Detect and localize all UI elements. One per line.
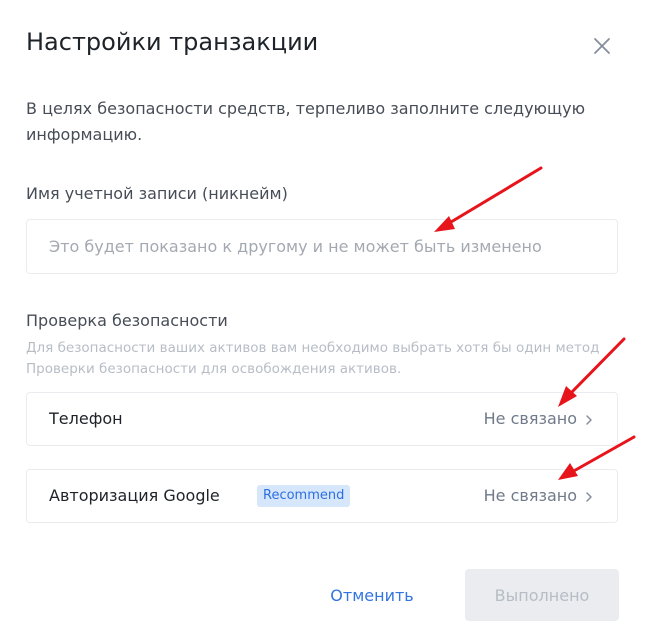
recommend-badge: Recommend (257, 485, 351, 507)
phone-option[interactable]: Телефон Не связано (26, 392, 618, 446)
intro-text: В целях безопасности средств, терпеливо … (26, 99, 586, 144)
phone-option-label: Телефон (49, 409, 123, 428)
security-check-title: Проверка безопасности (26, 311, 228, 330)
cancel-button[interactable]: Отменить (312, 569, 432, 621)
google-auth-option[interactable]: Авторизация Google Recommend Не связано (26, 469, 618, 523)
google-auth-status: Не связано (483, 486, 577, 505)
chevron-right-icon (586, 492, 592, 502)
dialog-title: Настройки транзакции (26, 28, 319, 56)
transaction-settings-dialog: Настройки транзакции В целях безопасност… (0, 0, 646, 640)
done-button[interactable]: Выполнено (465, 569, 619, 621)
nickname-label: Имя учетной записи (никнейм) (26, 184, 288, 203)
security-check-description: Для безопасности ваших активов вам необх… (26, 340, 600, 377)
nickname-input[interactable] (26, 219, 618, 274)
close-icon[interactable] (588, 32, 616, 60)
google-auth-option-label: Авторизация Google (49, 486, 220, 505)
chevron-right-icon (586, 415, 592, 425)
phone-status: Не связано (483, 409, 577, 428)
